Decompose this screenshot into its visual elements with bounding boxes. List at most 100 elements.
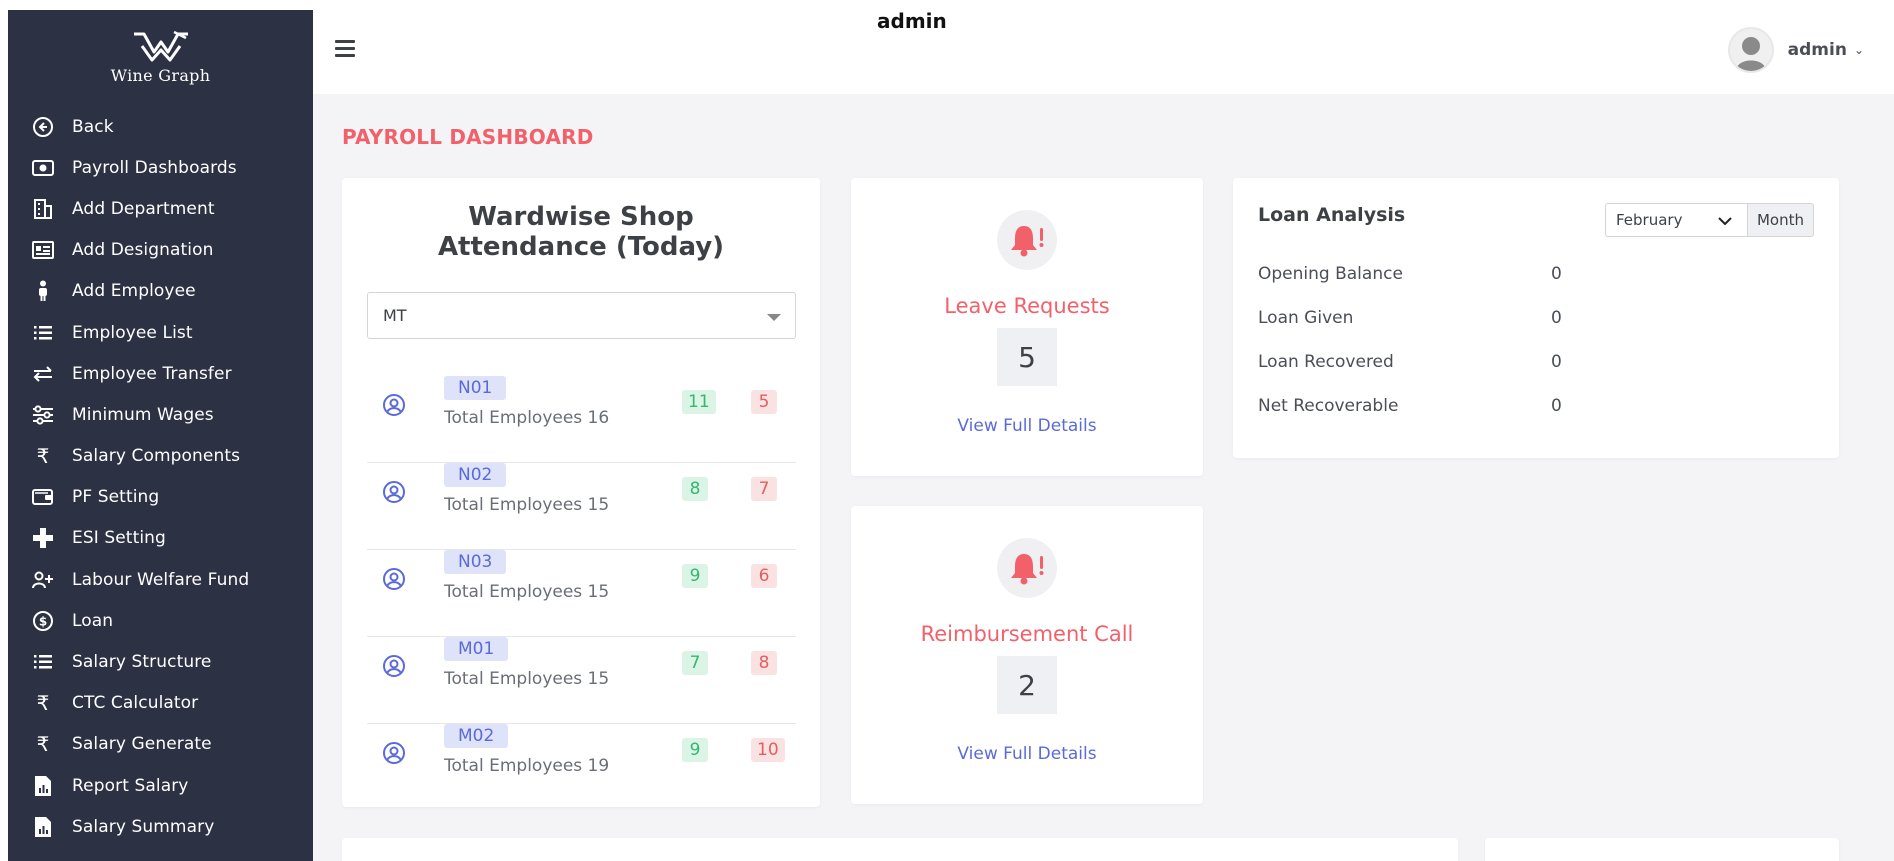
attendance-row[interactable]: N03 Total Employees 15 9 6 xyxy=(367,550,796,637)
present-count-badge: 9 xyxy=(682,738,708,762)
user-circle-icon xyxy=(383,394,405,416)
sidebar-item-label: Loan xyxy=(72,610,114,631)
present-count-badge: 9 xyxy=(682,564,708,588)
loan-stats: Opening Balance 0 Loan Given 0 Loan Reco… xyxy=(1258,252,1562,428)
sidebar-item-label: Add Employee xyxy=(72,281,196,302)
ward-select[interactable]: MT xyxy=(367,292,796,339)
total-employees: Total Employees 19 xyxy=(444,756,610,776)
month-button[interactable]: Month xyxy=(1747,203,1814,237)
user-menu[interactable]: admin ⌄ xyxy=(1727,27,1864,73)
sidebar-item-label: Back xyxy=(72,116,114,137)
attendance-row[interactable]: N02 Total Employees 15 8 7 xyxy=(367,463,796,550)
absent-count-badge: 10 xyxy=(751,738,785,762)
sidebar-item-label: Add Designation xyxy=(72,240,214,261)
list-icon xyxy=(30,321,56,345)
attendance-row[interactable]: M01 Total Employees 15 7 8 xyxy=(367,637,796,724)
header-title: admin xyxy=(877,9,947,33)
dollar-circle-icon: $ xyxy=(30,609,56,633)
brand-logo[interactable]: Wine Graph xyxy=(8,10,313,98)
chevron-down-icon: ⌄ xyxy=(1853,43,1864,57)
arrow-left-circle-icon xyxy=(30,115,56,139)
bottom-card-left xyxy=(342,838,1458,861)
hamburger-menu-icon[interactable] xyxy=(335,40,355,58)
sidebar-item-label: CTC Calculator xyxy=(72,693,199,714)
sidebar-item-salary-structure[interactable]: Salary Structure xyxy=(8,641,313,682)
sidebar-item-label: Minimum Wages xyxy=(72,404,214,425)
ward-select-value: MT xyxy=(383,306,407,325)
sidebar-item-add-employee[interactable]: Add Employee xyxy=(8,271,313,312)
sidebar-item-label: Report Salary xyxy=(72,775,189,796)
attendance-card: Wardwise Shop Attendance (Today) MT N01 … xyxy=(342,178,820,807)
leave-view-details-link[interactable]: View Full Details xyxy=(851,416,1203,436)
sidebar-item-ctc-calculator[interactable]: ₹ CTC Calculator xyxy=(8,683,313,724)
sidebar-item-salary-generate[interactable]: ₹ Salary Generate xyxy=(8,724,313,765)
sliders-icon xyxy=(30,403,56,427)
id-card-icon xyxy=(30,238,56,262)
sidebar-item-minimum-wages[interactable]: Minimum Wages xyxy=(8,394,313,435)
sidebar-item-esi-setting[interactable]: ESI Setting xyxy=(8,518,313,559)
sidebar-item-report-salary[interactable]: Report Salary xyxy=(8,765,313,806)
user-circle-icon xyxy=(383,481,405,503)
total-employees: Total Employees 15 xyxy=(444,582,610,602)
sidebar-item-salary-components[interactable]: ₹ Salary Components xyxy=(8,436,313,477)
sidebar-item-label: Employee List xyxy=(72,322,193,343)
ward-code-badge: M02 xyxy=(444,724,509,748)
month-select[interactable]: February xyxy=(1605,203,1747,237)
attendance-row[interactable]: N01 Total Employees 16 11 5 xyxy=(367,376,796,463)
page-title: PAYROLL DASHBOARD xyxy=(342,125,594,149)
sidebar-item-labour-welfare-fund[interactable]: Labour Welfare Fund xyxy=(8,559,313,600)
sidebar: Wine Graph Back Payroll Dashboards Add D… xyxy=(8,10,313,861)
present-count-badge: 7 xyxy=(682,651,708,675)
sidebar-item-label: Labour Welfare Fund xyxy=(72,569,250,590)
plus-icon xyxy=(30,526,56,550)
loan-row-opening-balance: Opening Balance 0 xyxy=(1258,252,1562,296)
leave-requests-count: 5 xyxy=(997,328,1057,386)
sidebar-item-employee-transfer[interactable]: Employee Transfer xyxy=(8,353,313,394)
ward-code-badge: N01 xyxy=(444,376,507,400)
camera-icon xyxy=(30,156,56,180)
sidebar-item-payroll-dashboards[interactable]: Payroll Dashboards xyxy=(8,147,313,188)
sidebar-item-loan[interactable]: $ Loan xyxy=(8,600,313,641)
sidebar-item-add-designation[interactable]: Add Designation xyxy=(8,230,313,271)
attendance-row[interactable]: M02 Total Employees 19 9 10 xyxy=(367,724,796,811)
loan-value: 0 xyxy=(1551,352,1562,372)
user-plus-icon xyxy=(30,568,56,592)
sidebar-nav: Back Payroll Dashboards Add Department A… xyxy=(8,106,313,847)
report-file-icon xyxy=(30,815,56,839)
sidebar-item-add-department[interactable]: Add Department xyxy=(8,188,313,229)
ward-code-badge: N02 xyxy=(444,463,507,487)
loan-analysis-card: Loan Analysis February Month Opening Bal… xyxy=(1233,178,1839,458)
sidebar-item-pf-setting[interactable]: PF Setting xyxy=(8,477,313,518)
present-count-badge: 11 xyxy=(682,390,716,414)
user-name: admin xyxy=(1787,40,1847,60)
sidebar-item-label: Salary Summary xyxy=(72,816,215,837)
avatar xyxy=(1727,27,1774,73)
sidebar-item-label: Employee Transfer xyxy=(72,363,232,384)
svg-text:$: $ xyxy=(39,614,47,628)
reimbursement-view-details-link[interactable]: View Full Details xyxy=(851,744,1203,764)
loan-value: 0 xyxy=(1551,308,1562,328)
ward-code-badge: M01 xyxy=(444,637,509,661)
sidebar-item-label: Salary Generate xyxy=(72,734,212,755)
wallet-icon xyxy=(30,485,56,509)
reimbursement-title: Reimbursement Call xyxy=(920,622,1134,646)
reimbursement-count: 2 xyxy=(997,656,1057,714)
sidebar-item-salary-summary[interactable]: Salary Summary xyxy=(8,806,313,847)
user-circle-icon xyxy=(383,742,405,764)
loan-label: Opening Balance xyxy=(1258,264,1403,284)
absent-count-badge: 7 xyxy=(751,477,777,501)
bell-alert-icon xyxy=(997,538,1057,598)
attendance-title: Wardwise Shop Attendance (Today) xyxy=(437,202,725,262)
sidebar-item-label: PF Setting xyxy=(72,487,160,508)
user-silhouette-icon xyxy=(1735,37,1766,71)
top-header: admin admin ⌄ xyxy=(313,0,1894,94)
sidebar-item-employee-list[interactable]: Employee List xyxy=(8,312,313,353)
person-icon xyxy=(30,279,56,303)
loan-analysis-title: Loan Analysis xyxy=(1258,204,1406,226)
sidebar-item-back[interactable]: Back xyxy=(8,106,313,147)
reimbursement-card: Reimbursement Call 2 View Full Details xyxy=(851,506,1203,804)
leave-requests-card: Leave Requests 5 View Full Details xyxy=(851,178,1203,476)
total-employees: Total Employees 15 xyxy=(444,669,610,689)
sidebar-item-label: Add Department xyxy=(72,198,215,219)
loan-row-net-recoverable: Net Recoverable 0 xyxy=(1258,384,1562,428)
